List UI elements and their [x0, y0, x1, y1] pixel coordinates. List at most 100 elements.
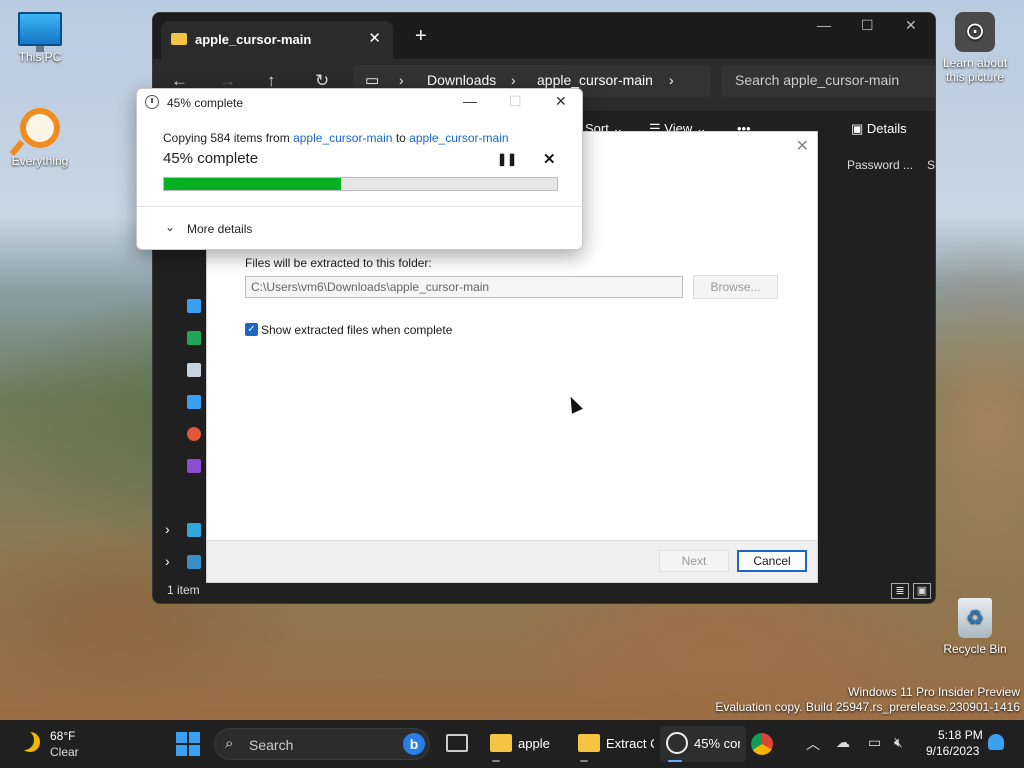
taskbar-app-progress[interactable]: 45% complete — [660, 726, 746, 762]
close-window-button[interactable]: ✕ — [905, 17, 917, 34]
navigation-pane: › › — [153, 293, 205, 593]
explorer-search-box[interactable]: Search apple_cursor-main — [721, 65, 935, 97]
progress-maximize-button: ☐ — [509, 93, 522, 109]
file-explorer-icon — [490, 734, 512, 752]
progress-bar-fill — [164, 178, 341, 190]
documents-folder-icon[interactable] — [187, 363, 201, 377]
taskbar: 68°F Clear ⌕ Search b apple_cursor-main … — [0, 720, 1024, 768]
everything-shortcut[interactable]: Everything — [0, 108, 80, 168]
network-icon[interactable]: ▭ — [868, 734, 881, 751]
pc-icon: ▭ — [365, 72, 380, 89]
details-pane-button[interactable]: ▣ Details — [851, 121, 907, 137]
extract-folder-path-input[interactable]: C:\Users\vm6\Downloads\apple_cursor-main — [245, 276, 683, 298]
clock-date[interactable]: 9/16/2023 — [926, 744, 979, 758]
start-button[interactable] — [176, 732, 200, 756]
taskbar-search[interactable]: ⌕ Search b — [214, 728, 430, 760]
close-tab-icon[interactable]: ✕ — [368, 29, 381, 47]
notification-bell-icon[interactable] — [988, 734, 1004, 750]
chevron-down-icon[interactable]: ⌄ — [165, 220, 175, 234]
chrome-icon[interactable] — [751, 733, 773, 755]
item-count-status: 1 item — [167, 583, 200, 597]
explorer-tab-bar: apple_cursor-main ✕ + — ☐ ✕ — [153, 13, 935, 59]
pictures-folder-icon[interactable] — [187, 395, 201, 409]
this-pc-shortcut[interactable]: This PC — [0, 12, 80, 64]
maximize-button[interactable]: ☐ — [861, 17, 874, 34]
show-extracted-files-checkbox[interactable]: ✓ — [245, 323, 258, 336]
windows-logo-tile — [176, 745, 187, 756]
expand-network-chevron-icon[interactable]: › — [165, 553, 170, 569]
cancel-copy-icon[interactable]: ✕ — [543, 150, 556, 168]
more-details-button[interactable]: More details — [187, 222, 252, 236]
active-indicator — [668, 760, 682, 762]
column-header-password[interactable]: Password ... — [847, 158, 913, 178]
recycle-bin-icon: ♻ — [958, 598, 992, 638]
videos-folder-icon[interactable] — [187, 459, 201, 473]
tiles-view-toggle-icon[interactable]: ▣ — [913, 583, 931, 599]
expand-this-pc-chevron-icon[interactable]: › — [165, 521, 170, 537]
copy-description: Copying 584 items from apple_cursor-main… — [163, 131, 509, 145]
desktop-folder-icon[interactable] — [187, 299, 201, 313]
task-view-icon[interactable] — [446, 734, 468, 752]
explorer-tab-title: apple_cursor-main — [195, 32, 312, 47]
this-pc-nav-icon[interactable] — [187, 523, 201, 537]
music-folder-icon[interactable] — [187, 427, 201, 441]
progress-bar — [163, 177, 558, 191]
this-pc-label: This PC — [18, 50, 62, 64]
taskbar-explorer-label: apple_cursor-main — [518, 736, 550, 751]
extract-folder-label: Files will be extracted to this folder: — [245, 256, 432, 270]
explorer-tab[interactable]: apple_cursor-main ✕ — [161, 21, 393, 59]
weather-temperature[interactable]: 68°F — [50, 729, 75, 743]
folder-icon — [171, 33, 187, 45]
taskbar-progress-label: 45% complete — [694, 736, 740, 751]
weather-description[interactable]: Clear — [50, 745, 79, 759]
details-view-toggle-icon[interactable]: ≣ — [891, 583, 909, 599]
progress-close-button[interactable]: ✕ — [555, 93, 567, 110]
wizard-footer: Next Cancel — [207, 540, 817, 582]
source-folder-link[interactable]: apple_cursor-main — [293, 131, 392, 145]
taskbar-app-explorer[interactable]: apple_cursor-main — [484, 726, 570, 762]
copy-to-word: to — [395, 131, 406, 145]
progress-window-title: 45% complete — [167, 96, 244, 110]
progress-minimize-button[interactable]: — — [463, 93, 477, 109]
clock-time[interactable]: 5:18 PM — [938, 728, 983, 742]
copy-progress-dialog: 45% complete — ☐ ✕ Copying 584 items fro… — [136, 88, 583, 250]
column-header-size[interactable]: Si — [927, 158, 935, 178]
learn-about-picture-shortcut[interactable]: ⊙ Learn about this picture — [935, 12, 1015, 84]
destination-folder-link[interactable]: apple_cursor-main — [409, 131, 508, 145]
learn-about-picture-label: Learn about this picture — [942, 56, 1008, 84]
show-hidden-icons-chevron-icon[interactable]: ︿ — [806, 734, 820, 754]
browse-button[interactable]: Browse... — [693, 275, 778, 299]
divider — [137, 206, 582, 207]
build-watermark: Windows 11 Pro Insider Preview Evaluatio… — [715, 685, 1020, 715]
minimize-button[interactable]: — — [817, 17, 831, 33]
watermark-build: Evaluation copy. Build 25947.rs_prerelea… — [715, 700, 1020, 714]
windows-logo-tile — [176, 732, 187, 743]
chevron-right-icon: › — [511, 72, 516, 88]
taskbar-extract-label: Extract Compressed (Zipped) Folders — [606, 736, 654, 751]
copy-prefix: Copying 584 items from — [163, 131, 290, 145]
everything-search-icon — [20, 108, 60, 148]
new-tab-button[interactable]: + — [415, 25, 427, 48]
network-nav-icon[interactable] — [187, 555, 201, 569]
downloads-folder-icon[interactable] — [187, 331, 201, 345]
details-label: Details — [866, 121, 907, 136]
recycle-bin-shortcut[interactable]: ♻ Recycle Bin — [935, 598, 1015, 656]
next-button[interactable]: Next — [659, 550, 729, 572]
breadcrumb-downloads[interactable]: Downloads — [427, 72, 496, 88]
show-extracted-files-label: Show extracted files when complete — [261, 323, 453, 337]
clock-icon — [145, 95, 159, 109]
progress-titlebar: 45% complete — ☐ ✕ — [137, 89, 582, 117]
taskbar-app-extract[interactable]: Extract Compressed (Zipped) Folders — [572, 726, 660, 762]
watermark-edition: Windows 11 Pro Insider Preview — [848, 685, 1020, 699]
search-icon: ⌕ — [225, 735, 234, 752]
bing-icon[interactable]: b — [403, 733, 425, 755]
cancel-button[interactable]: Cancel — [737, 550, 807, 572]
windows-logo-tile — [189, 732, 200, 743]
wizard-close-icon[interactable]: ✕ — [796, 136, 809, 156]
recycle-bin-label: Recycle Bin — [943, 642, 1007, 656]
onedrive-icon[interactable]: ☁ — [836, 734, 850, 751]
breadcrumb-apple-cursor-main[interactable]: apple_cursor-main — [537, 72, 653, 88]
pause-icon[interactable]: ❚❚ — [497, 152, 517, 166]
moon-weather-icon[interactable] — [20, 732, 40, 752]
volume-muted-icon[interactable]: 🔇︎ — [894, 734, 903, 751]
